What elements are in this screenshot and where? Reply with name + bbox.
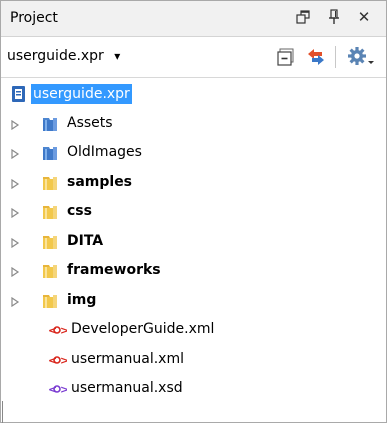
tree-item[interactable]: Assets: [1, 109, 386, 139]
project-selector[interactable]: userguide.xpr ▾: [7, 48, 120, 64]
pin-icon[interactable]: [323, 6, 345, 28]
xml-file-icon: < >: [47, 350, 69, 370]
expand-triangle-icon[interactable]: [10, 237, 20, 248]
folder-icon: [41, 202, 61, 222]
expand-triangle-icon[interactable]: [10, 266, 20, 278]
svg-text:<: <: [48, 383, 57, 396]
collapse-all-icon: [277, 48, 294, 66]
linked-folder-icon: [41, 114, 61, 134]
tree-item-label: usermanual.xml: [71, 350, 184, 367]
project-file-icon: [9, 84, 29, 104]
link-with-editor-icon: [308, 49, 324, 65]
link-with-editor-button[interactable]: [304, 45, 328, 69]
svg-text:<: <: [48, 324, 57, 337]
tree-item-label: samples: [67, 173, 133, 190]
tree-item[interactable]: < > usermanual.xsd: [1, 374, 386, 404]
tree-item-label: DITA: [67, 232, 104, 249]
project-panel: Project ✕ userguide.xpr ▾ userguide.xpr …: [0, 0, 387, 423]
expand-triangle-icon[interactable]: [10, 178, 20, 189]
folder-icon: [41, 261, 61, 281]
tree-item[interactable]: DITA: [1, 227, 386, 257]
svg-text:<: <: [48, 354, 57, 367]
xml-file-icon: < >: [47, 320, 69, 340]
tree-root-row[interactable]: userguide.xpr: [1, 79, 386, 109]
collapse-all-button[interactable]: [274, 45, 298, 69]
expand-triangle-icon[interactable]: [10, 296, 20, 307]
folder-icon: [41, 232, 61, 252]
svg-text:>: >: [60, 383, 67, 396]
tree-item[interactable]: img: [1, 286, 386, 316]
tree-guide-line: [2, 401, 3, 423]
tree-item-label: Assets: [67, 114, 113, 131]
project-toolbar: userguide.xpr ▾: [1, 37, 386, 78]
expand-triangle-icon[interactable]: [10, 148, 20, 160]
tree-item-label: usermanual.xsd: [71, 380, 183, 396]
expand-triangle-icon[interactable]: [10, 207, 20, 219]
settings-menu-button[interactable]: [346, 45, 378, 69]
tree-item[interactable]: css: [1, 197, 386, 227]
tree-item[interactable]: frameworks: [1, 256, 386, 286]
tree-item[interactable]: samples: [1, 168, 386, 198]
tree-item-label: frameworks: [67, 262, 161, 278]
tree-item-label: img: [67, 291, 97, 308]
tree-item-label: DeveloperGuide.xml: [71, 321, 215, 337]
svg-text:>: >: [60, 354, 67, 367]
folder-icon: [41, 173, 61, 193]
close-icon[interactable]: ✕: [353, 6, 375, 28]
tree-item-label: css: [67, 203, 92, 219]
tree-item[interactable]: OldImages: [1, 138, 386, 168]
toolbar-separator: [335, 46, 336, 68]
folder-icon: [41, 291, 61, 311]
chevron-down-icon: ▾: [114, 49, 121, 63]
panel-title: Project: [10, 10, 58, 26]
panel-title-bar: Project ✕: [1, 1, 386, 37]
tree-root-label: userguide.xpr: [31, 84, 132, 104]
tree-item[interactable]: < > usermanual.xml: [1, 345, 386, 375]
xsd-file-icon: < >: [47, 379, 69, 399]
restore-window-icon[interactable]: [292, 6, 314, 28]
svg-text:>: >: [60, 324, 67, 337]
tree-item-label: OldImages: [67, 144, 142, 160]
tree-item[interactable]: < > DeveloperGuide.xml: [1, 315, 386, 345]
project-name: userguide.xpr: [7, 48, 104, 64]
expand-triangle-icon[interactable]: [10, 119, 20, 130]
linked-folder-icon: [41, 143, 61, 163]
gear-icon: [348, 47, 374, 65]
